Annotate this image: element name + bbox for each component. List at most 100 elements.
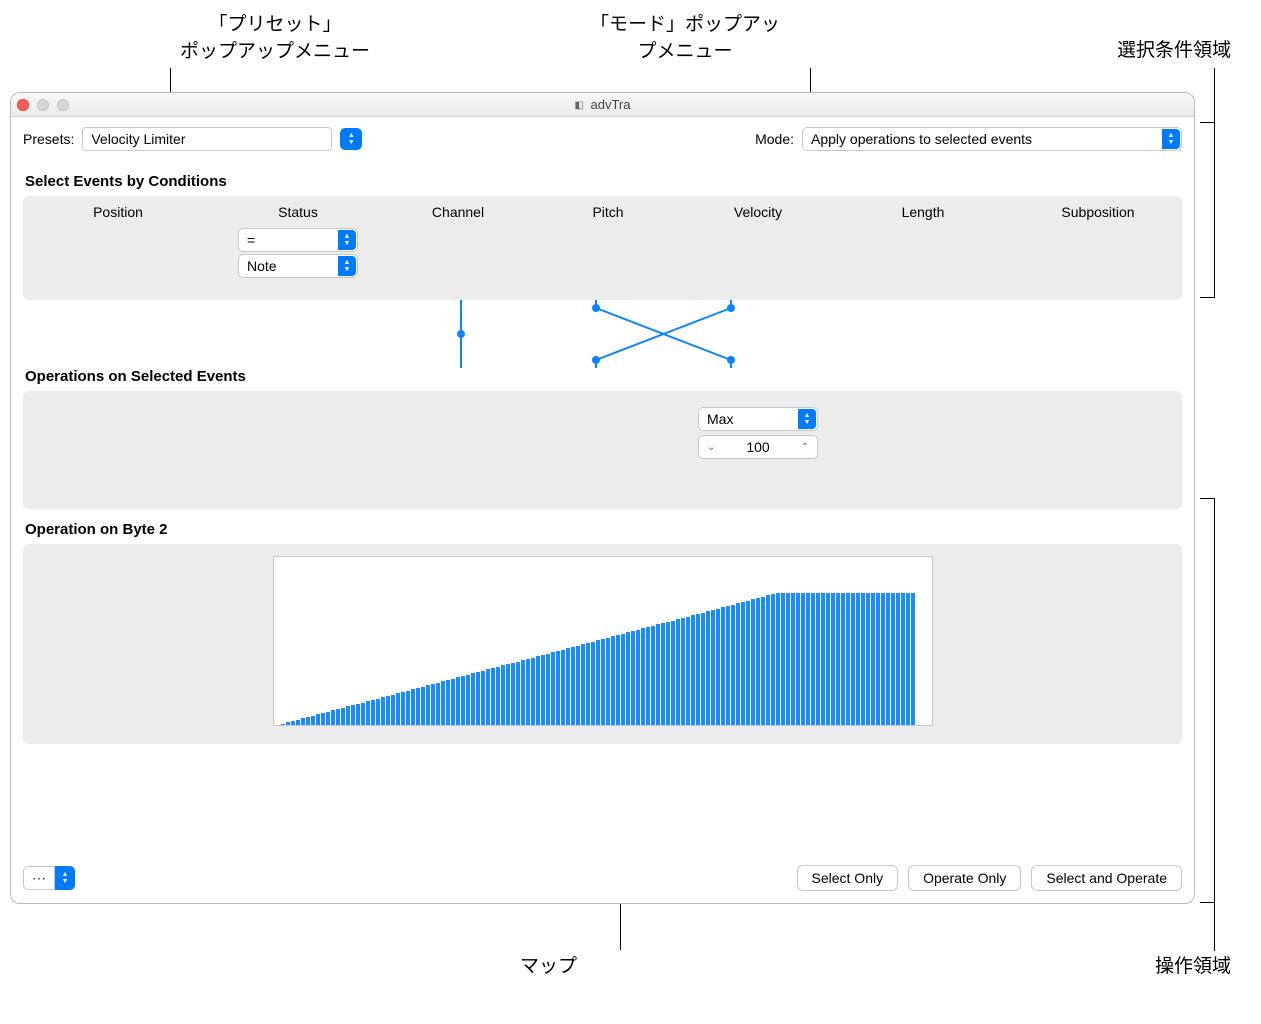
zoom-window-button[interactable] [57, 99, 69, 111]
chart-bar [716, 609, 720, 725]
chart-bar [331, 710, 335, 725]
chart-bar [321, 713, 325, 725]
stepper-decrement[interactable]: ⌄ [703, 442, 719, 453]
chart-bar [721, 607, 725, 725]
chart-bar [896, 593, 900, 725]
col-status: Status [213, 204, 383, 220]
chart-bar [806, 593, 810, 725]
chart-bar [561, 650, 565, 725]
callout-ops-area-line [1214, 903, 1215, 951]
chart-bar [516, 662, 520, 725]
velocity-function-select[interactable]: Max ▲▼ [698, 407, 818, 431]
chart-bar [776, 593, 780, 725]
ellipsis-icon: ⋯ [32, 870, 46, 887]
callout-mode-label: 「モード」ポップアップメニュー [555, 12, 815, 65]
chart-bar [526, 659, 530, 725]
chart-bar [731, 605, 735, 725]
presets-input[interactable] [82, 127, 332, 151]
chart-bar [356, 704, 360, 725]
chart-bar [296, 720, 300, 725]
select-and-operate-button[interactable]: Select and Operate [1031, 865, 1182, 891]
chart-bar [866, 593, 870, 725]
presets-label: Presets: [23, 131, 74, 147]
chart-bar [491, 668, 495, 725]
chart-bar [286, 722, 290, 725]
chart-bar [456, 677, 460, 725]
chart-bar [306, 717, 310, 725]
callout-ops-area-text: 操作領域 [1155, 956, 1231, 977]
callout-select-area-bracket [1200, 122, 1215, 298]
chart-bar [861, 593, 865, 725]
byte2-panel [23, 544, 1182, 744]
chart-bar [541, 655, 545, 725]
chart-bar [291, 721, 295, 725]
chart-bar [811, 593, 815, 725]
callout-map-label: マップ [520, 954, 577, 981]
chart-bar [781, 593, 785, 725]
more-options-dropdown[interactable]: ▲ ▼ [55, 866, 75, 890]
chart-bar [851, 593, 855, 725]
status-operator-select[interactable]: = ▲▼ [238, 228, 358, 252]
conditions-panel: Position Status Channel Pitch Velocity L… [23, 196, 1182, 300]
chart-bar [676, 619, 680, 725]
chart-bar [691, 615, 695, 725]
select-only-button[interactable]: Select Only [797, 865, 899, 891]
chart-bar [826, 593, 830, 725]
status-operator-value: = [247, 232, 255, 248]
velocity-value-stepper[interactable]: ⌄ 100 ⌃ [698, 435, 818, 459]
stepper-value: 100 [719, 439, 796, 455]
chart-bar [401, 692, 405, 725]
chart-bar [756, 598, 760, 725]
chart-bar [326, 712, 330, 725]
close-window-button[interactable] [17, 99, 29, 111]
chart-bar [361, 703, 365, 725]
callout-ops-area-label: 操作領域 [1155, 954, 1231, 981]
minimize-window-button[interactable] [37, 99, 49, 111]
chart-bar [351, 705, 355, 725]
chart-bar [786, 593, 790, 725]
chart-bar [521, 660, 525, 725]
chart-bar [391, 695, 395, 725]
chart-bar [341, 708, 345, 725]
chart-bar [481, 671, 485, 725]
chart-bar [656, 624, 660, 725]
chart-bar [411, 689, 415, 725]
chart-bar [626, 632, 630, 725]
operate-only-button[interactable]: Operate Only [908, 865, 1021, 891]
chart-bar [381, 697, 385, 725]
section-select-events-title: Select Events by Conditions [11, 161, 1194, 196]
extra-controls: ⋯ ▲ ▼ [23, 866, 75, 890]
chart-bar [871, 593, 875, 725]
stepper-increment[interactable]: ⌃ [797, 442, 813, 453]
chevron-down-icon: ▼ [62, 878, 69, 885]
status-value-select[interactable]: Note ▲▼ [238, 254, 358, 278]
chart-bar [566, 648, 570, 725]
mode-select-value: Apply operations to selected events [811, 131, 1032, 147]
window-title-text: advTra [591, 97, 631, 112]
chart-bar [426, 685, 430, 725]
chart-bar [596, 640, 600, 725]
chart-bar [396, 693, 400, 725]
select-and-operate-label: Select and Operate [1046, 870, 1167, 886]
chart-bar [666, 622, 670, 725]
more-options-button[interactable]: ⋯ [23, 866, 55, 890]
chart-bar [501, 665, 505, 725]
chart-bar [801, 593, 805, 725]
mode-select[interactable]: Apply operations to selected events ▲ ▼ [802, 127, 1182, 151]
chart-bar [706, 611, 710, 725]
callout-preset-label: 「プリセット」ポップアップメニュー [150, 12, 400, 65]
col-length: Length [833, 204, 1013, 220]
chart-bar [621, 634, 625, 725]
conditions-header: Position Status Channel Pitch Velocity L… [23, 196, 1182, 222]
callout-select-area-line [1214, 68, 1215, 122]
window-doc-icon: ◧ [575, 100, 585, 110]
chart-bar [891, 593, 895, 725]
chart-bar [746, 601, 750, 725]
chart-bar [576, 646, 580, 725]
chart-bar [376, 699, 380, 725]
presets-dropdown-button[interactable]: ▲ ▼ [340, 128, 362, 150]
chart-bar [301, 718, 305, 725]
byte2-map-chart[interactable] [273, 556, 933, 726]
chart-bar [446, 680, 450, 725]
chart-bar [551, 652, 555, 725]
